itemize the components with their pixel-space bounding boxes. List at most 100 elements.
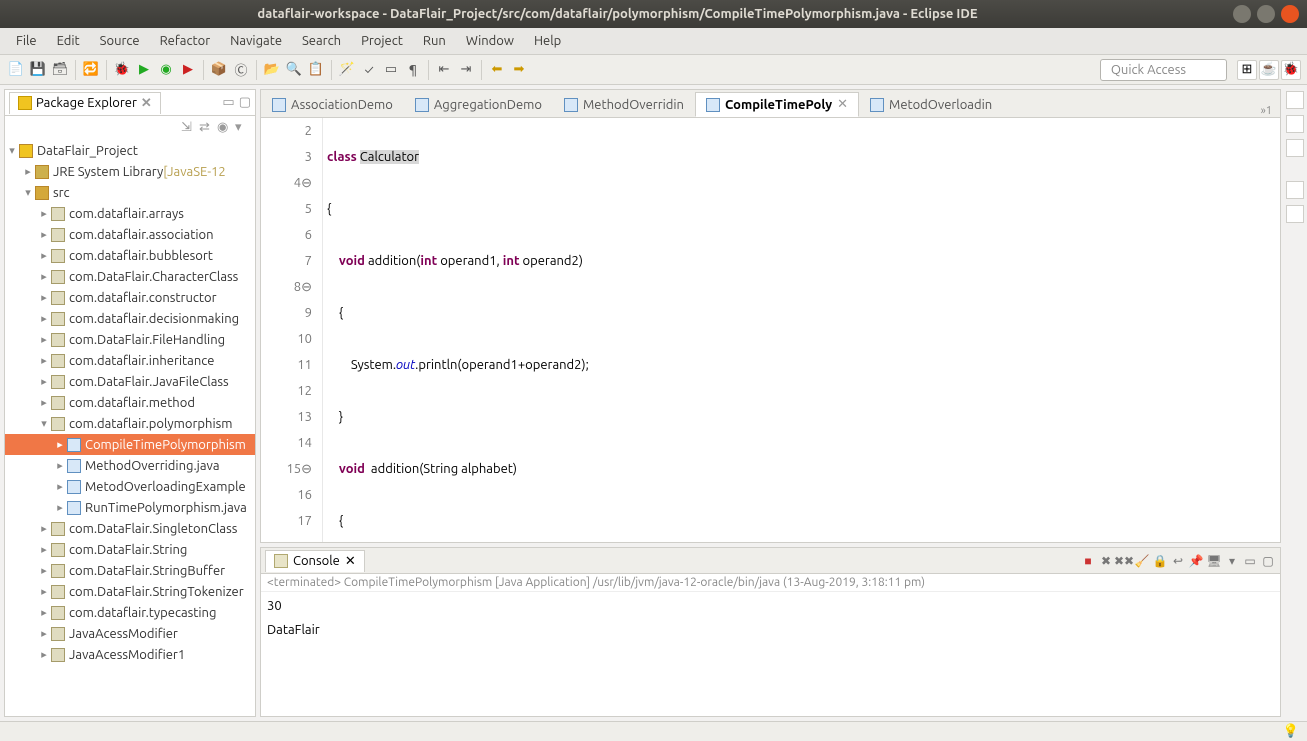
code-content[interactable]: class Calculator { void addition(int ope… — [323, 118, 1280, 542]
java-file-node[interactable]: ▸RunTimePolymorphism.java — [5, 497, 255, 518]
tab-close-icon[interactable]: ✕ — [837, 97, 848, 112]
other-view-icon[interactable] — [1286, 205, 1304, 223]
tab-association[interactable]: AssociationDemo — [261, 93, 404, 117]
annotation-prev-icon[interactable]: ⇤ — [434, 60, 454, 80]
menu-run[interactable]: Run — [413, 31, 456, 51]
package-node[interactable]: ▸com.DataFlair.String — [5, 539, 255, 560]
open-console-icon[interactable]: ▾ — [1224, 553, 1240, 569]
java-perspective-icon[interactable]: ☕ — [1259, 60, 1279, 80]
package-node[interactable]: ▸com.DataFlair.CharacterClass — [5, 266, 255, 287]
back-icon[interactable]: ⬅ — [487, 60, 507, 80]
menu-project[interactable]: Project — [351, 31, 413, 51]
package-node[interactable]: ▸com.dataflair.arrays — [5, 203, 255, 224]
view-min-icon[interactable]: ▭ — [222, 95, 234, 110]
word-wrap-icon[interactable]: ↩ — [1170, 553, 1186, 569]
coverage-icon[interactable]: ◉ — [156, 60, 176, 80]
menu-navigate[interactable]: Navigate — [220, 31, 292, 51]
tab-aggregation[interactable]: AggregationDemo — [404, 93, 553, 117]
package-node[interactable]: ▸JavaAcessModifier — [5, 623, 255, 644]
debug-perspective-icon[interactable]: 🐞 — [1281, 60, 1301, 80]
menu-refactor[interactable]: Refactor — [150, 31, 221, 51]
new-package-icon[interactable]: 📦 — [209, 60, 229, 80]
scroll-lock-icon[interactable]: 🔒 — [1152, 553, 1168, 569]
menu-source[interactable]: Source — [90, 31, 150, 51]
debug-icon[interactable]: 🐞 — [112, 60, 132, 80]
menu-search[interactable]: Search — [292, 31, 351, 51]
project-node[interactable]: ▾DataFlair_Project — [5, 140, 255, 161]
tab-overflow[interactable]: »1 — [1253, 105, 1280, 117]
package-node[interactable]: ▸com.dataflair.inheritance — [5, 350, 255, 371]
toggle-mark-icon[interactable]: ✓ — [359, 60, 379, 80]
tip-icon[interactable]: 💡 — [1283, 724, 1299, 739]
minimize-icon[interactable] — [1233, 5, 1251, 23]
run-icon[interactable]: ▶ — [134, 60, 154, 80]
terminate-icon[interactable]: ■ — [1080, 553, 1096, 569]
java-file-node[interactable]: ▸CompileTimePolymorphism — [5, 434, 255, 455]
jre-node[interactable]: ▸JRE System Library [JavaSE-12 — [5, 161, 255, 182]
package-node[interactable]: ▸com.DataFlair.SingletonClass — [5, 518, 255, 539]
package-node[interactable]: ▸JavaAcessModifier1 — [5, 644, 255, 665]
package-node[interactable]: ▸com.dataflair.association — [5, 224, 255, 245]
console-tab[interactable]: Console ✕ — [265, 550, 365, 572]
annotation-next-icon[interactable]: ⇥ — [456, 60, 476, 80]
package-node[interactable]: ▸com.DataFlair.FileHandling — [5, 329, 255, 350]
console-close-icon[interactable]: ✕ — [345, 554, 356, 569]
code-editor[interactable]: 234⊖5678⊖9101112131415⊖1617 class Calcul… — [261, 118, 1280, 542]
view-menu-icon[interactable]: ▾ — [235, 120, 249, 134]
restore-icon[interactable] — [1286, 91, 1304, 109]
open-type-icon[interactable]: 📂 — [262, 60, 282, 80]
save-icon[interactable]: 💾 — [28, 60, 48, 80]
restore2-icon[interactable] — [1286, 181, 1304, 199]
link-editor-icon[interactable]: ⇄ — [199, 120, 213, 134]
java-file-node[interactable]: ▸MethodOverriding.java — [5, 455, 255, 476]
package-node[interactable]: ▸com.dataflair.method — [5, 392, 255, 413]
block-select-icon[interactable]: ▭ — [381, 60, 401, 80]
menu-window[interactable]: Window — [456, 31, 524, 51]
maximize-icon[interactable] — [1257, 5, 1275, 23]
task-icon[interactable]: 📋 — [306, 60, 326, 80]
package-node-open[interactable]: ▾com.dataflair.polymorphism — [5, 413, 255, 434]
save-all-icon[interactable]: 🗃 — [50, 60, 70, 80]
quick-access-input[interactable]: Quick Access — [1100, 59, 1227, 81]
pin-console-icon[interactable]: 📌 — [1188, 553, 1204, 569]
menu-help[interactable]: Help — [524, 31, 571, 51]
outline-icon[interactable] — [1286, 139, 1304, 157]
src-node[interactable]: ▾src — [5, 182, 255, 203]
package-node[interactable]: ▸com.DataFlair.StringTokenizer — [5, 581, 255, 602]
package-node[interactable]: ▸com.dataflair.bubblesort — [5, 245, 255, 266]
new-class-icon[interactable]: Ⓒ — [231, 60, 251, 80]
wand-icon[interactable]: 🪄 — [337, 60, 357, 80]
task-list-icon[interactable] — [1286, 115, 1304, 133]
ext-tools-icon[interactable]: ▶ — [178, 60, 198, 80]
tab-overloading[interactable]: MetodOverloadin — [859, 93, 1003, 117]
remove-launch-icon[interactable]: ✖ — [1098, 553, 1114, 569]
package-node[interactable]: ▸com.dataflair.constructor — [5, 287, 255, 308]
close-icon[interactable] — [1281, 5, 1299, 23]
project-tree[interactable]: ▾DataFlair_Project ▸JRE System Library [… — [5, 138, 255, 716]
console-min-icon[interactable]: ▭ — [1242, 553, 1258, 569]
focus-icon[interactable]: ◉ — [217, 120, 231, 134]
clear-console-icon[interactable]: 🧹 — [1134, 553, 1150, 569]
tab-overriding[interactable]: MethodOverridin — [553, 93, 695, 117]
remove-all-icon[interactable]: ✖✖ — [1116, 553, 1132, 569]
view-close-icon[interactable]: ✕ — [141, 96, 152, 111]
switch-icon[interactable]: 🔁 — [81, 60, 101, 80]
search-icon[interactable]: 🔍 — [284, 60, 304, 80]
package-node[interactable]: ▸com.DataFlair.StringBuffer — [5, 560, 255, 581]
package-node[interactable]: ▸com.dataflair.decisionmaking — [5, 308, 255, 329]
display-console-icon[interactable]: 🖥 — [1206, 553, 1222, 569]
forward-icon[interactable]: ➡ — [509, 60, 529, 80]
show-whitespace-icon[interactable]: ¶ — [403, 60, 423, 80]
view-max-icon[interactable]: ▢ — [239, 95, 251, 110]
console-max-icon[interactable]: ▢ — [1260, 553, 1276, 569]
menu-file[interactable]: File — [6, 31, 47, 51]
package-node[interactable]: ▸com.dataflair.typecasting — [5, 602, 255, 623]
console-output[interactable]: 30 DataFlair — [261, 592, 1280, 716]
tab-compiletime[interactable]: CompileTimePoly✕ — [695, 92, 859, 117]
collapse-all-icon[interactable]: ⇲ — [181, 120, 195, 134]
open-perspective-icon[interactable]: ⊞ — [1237, 60, 1257, 80]
menu-edit[interactable]: Edit — [47, 31, 90, 51]
package-explorer-tab[interactable]: Package Explorer ✕ — [9, 92, 161, 114]
java-file-node[interactable]: ▸MetodOverloadingExample — [5, 476, 255, 497]
package-node[interactable]: ▸com.DataFlair.JavaFileClass — [5, 371, 255, 392]
